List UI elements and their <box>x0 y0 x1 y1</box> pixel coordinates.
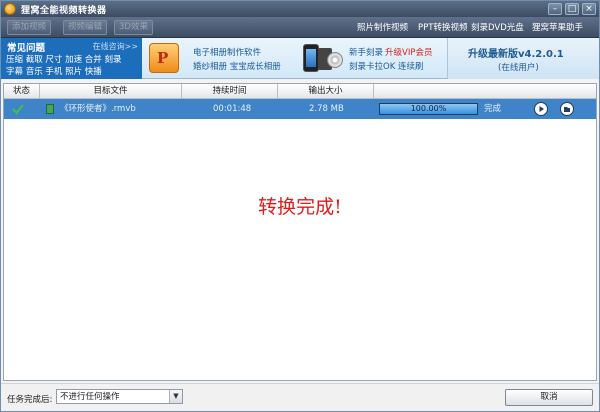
after-task-select[interactable]: 不进行任何操作 ▼ <box>56 389 183 404</box>
promo-banner: 常见问题 在线咨询>> 压缩 截取 尺寸 加速 合并 刻录 字幕 音乐 手机 照… <box>1 38 599 79</box>
folder-icon <box>564 107 570 112</box>
chevron-down-icon[interactable]: ▼ <box>169 390 182 403</box>
add-video-button[interactable]: 添加视频 <box>7 20 52 35</box>
app-logo-icon <box>4 3 16 15</box>
faq-links-row2[interactable]: 字幕 音乐 手机 照片 快播 <box>6 65 102 77</box>
burn-dvd-link[interactable]: 刻录DVD光盘 <box>471 21 524 33</box>
faq-title: 常见问题 <box>7 43 46 54</box>
row-status: 完成 <box>484 104 502 114</box>
album-software-link[interactable]: 电子相册制作软件 <box>193 46 261 58</box>
title-bar: 狸窝全能视频转换器 – □ × <box>1 1 599 17</box>
edit-video-button[interactable]: 视频编辑 <box>63 20 108 35</box>
window-title: 狸窝全能视频转换器 <box>21 6 107 16</box>
app-window: 狸窝全能视频转换器 – □ × 添加视频 视频编辑 3D效果 照片制作视频 PP… <box>0 0 600 412</box>
col-output-size[interactable]: 输出大小 <box>278 84 374 99</box>
check-icon <box>12 104 24 115</box>
row-size: 2.78 MB <box>309 104 344 114</box>
online-consult-link[interactable]: 在线咨询>> <box>93 41 138 52</box>
after-task-label: 任务完成后: <box>7 395 53 405</box>
faq-panel: 常见问题 在线咨询>> 压缩 截取 尺寸 加速 合并 刻录 字幕 音乐 手机 照… <box>1 38 142 79</box>
close-button[interactable]: × <box>582 3 596 15</box>
col-duration[interactable]: 持续时间 <box>182 84 278 99</box>
col-progress <box>374 84 596 99</box>
toolbar: 添加视频 视频编辑 3D效果 照片制作视频 PPT转换视频 刻录DVD光盘 狸窝… <box>1 17 599 38</box>
minimize-button[interactable]: – <box>548 3 562 15</box>
col-status[interactable]: 状态 <box>4 84 40 99</box>
photo-to-video-link[interactable]: 照片制作视频 <box>357 21 408 33</box>
play-icon <box>539 106 544 112</box>
row-filename: 《环形使者》.rmvb <box>60 104 136 114</box>
progress-text: 100.00% <box>410 104 447 113</box>
video-file-icon <box>46 104 54 114</box>
phone-disc-icon[interactable] <box>303 42 343 74</box>
upgrade-version[interactable]: 升级最新版v4.2.0.1 <box>468 45 564 60</box>
3d-effect-button[interactable]: 3D效果 <box>114 20 153 35</box>
ppt-to-video-link[interactable]: PPT转换视频 <box>418 21 467 33</box>
album-types-link[interactable]: 婚纱相册 宝宝成长相册 <box>193 60 281 72</box>
task-table: 状态 目标文件 持续时间 输出大小 《环形使者》.rmvb 00:01:48 2… <box>3 83 597 381</box>
after-task-value: 不进行任何操作 <box>60 392 120 402</box>
ppt-album-icon[interactable]: P <box>149 43 179 73</box>
table-header: 状态 目标文件 持续时间 输出大小 <box>4 84 596 99</box>
maximize-button[interactable]: □ <box>565 3 579 15</box>
cancel-button[interactable]: 取消 <box>505 389 593 406</box>
online-users: (在线用户) <box>498 63 539 73</box>
conversion-complete-message: 转换完成! <box>258 196 342 218</box>
play-button[interactable] <box>534 102 548 116</box>
burn-beginner-link[interactable]: 新手刻录 <box>349 46 383 58</box>
vip-upgrade-link[interactable]: 升级VIP会员 <box>385 46 432 58</box>
apple-helper-link[interactable]: 狸窝苹果助手 <box>532 21 583 33</box>
open-folder-button[interactable] <box>560 102 574 116</box>
table-row[interactable]: 《环形使者》.rmvb 00:01:48 2.78 MB 100.00% 完成 <box>4 99 596 119</box>
col-target-file[interactable]: 目标文件 <box>40 84 182 99</box>
upgrade-panel[interactable]: 升级最新版v4.2.0.1 (在线用户) <box>447 38 599 79</box>
bottom-bar: 任务完成后: 不进行任何操作 ▼ 取消 <box>1 383 599 411</box>
row-duration: 00:01:48 <box>213 104 252 114</box>
karaoke-burn-link[interactable]: 刻录卡拉OK 连续刷 <box>349 60 423 72</box>
progress-bar: 100.00% <box>379 103 478 115</box>
faq-links-row1[interactable]: 压缩 截取 尺寸 加速 合并 刻录 <box>6 53 122 65</box>
